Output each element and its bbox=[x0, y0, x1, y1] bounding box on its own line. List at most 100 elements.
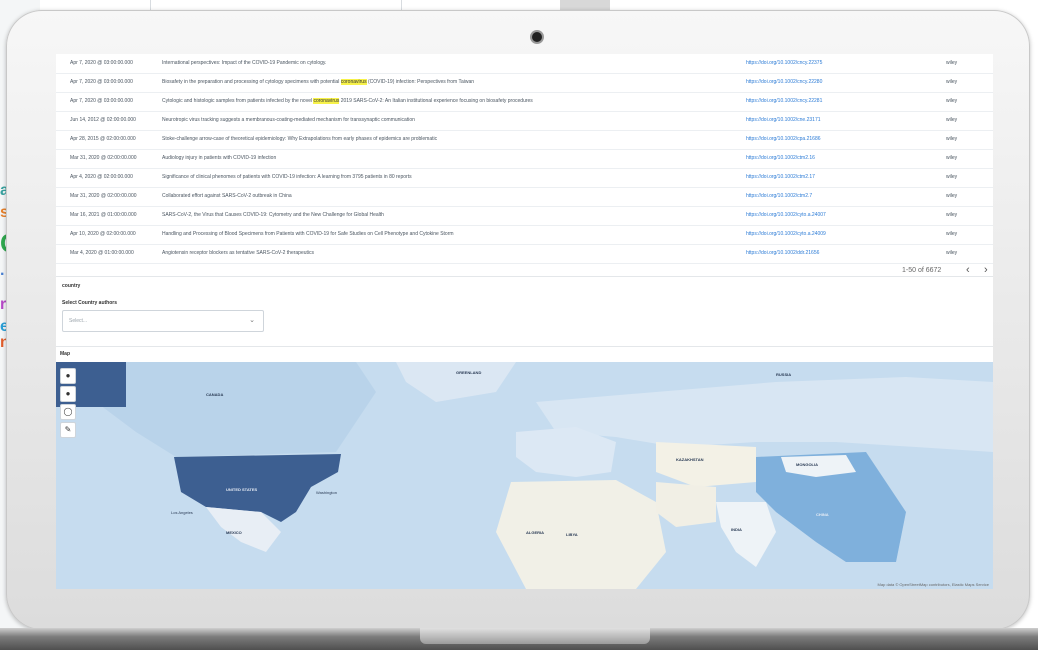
cell-date: Apr 7, 2020 @ 03:00:00.000 bbox=[70, 79, 133, 85]
cell-date: Mar 31, 2020 @ 02:00:00.000 bbox=[70, 193, 137, 199]
cell-title-text: Cytologic and histologic samples from pa… bbox=[162, 98, 314, 104]
map-label-washington: Washington bbox=[316, 490, 337, 495]
bg-fragment: · bbox=[0, 266, 6, 283]
cell-url[interactable]: https://doi.org/10.1002/cncy.22375 bbox=[746, 60, 822, 66]
divider bbox=[56, 276, 993, 277]
cell-url[interactable]: https://doi.org/10.1002/ctm2.17 bbox=[746, 174, 815, 180]
cell-source: wiley bbox=[946, 212, 958, 218]
prev-page-icon[interactable]: ‹ bbox=[966, 264, 970, 276]
country-select-placeholder: Select... bbox=[69, 318, 88, 324]
cell-title-text: Significance of clinical phenomes of pat… bbox=[162, 174, 412, 180]
map-label-usa: UNITED STATES bbox=[226, 487, 258, 492]
cell-title-text: Collaborated effort against SARS-CoV-2 o… bbox=[162, 193, 292, 199]
map-label-india: INDIA bbox=[731, 527, 742, 532]
cell-title-text: Angiotensin receptor blockers as tentati… bbox=[162, 250, 315, 256]
table-row[interactable]: Apr 7, 2020 @ 03:00:00.000 Biosafety in t… bbox=[56, 73, 993, 93]
cell-title-text: Handling and Processing of Blood Specime… bbox=[162, 231, 454, 237]
map-reset-view-button[interactable]: ◯ bbox=[60, 404, 76, 420]
cell-source: wiley bbox=[946, 79, 958, 85]
cell-title: Significance of clinical phenomes of pat… bbox=[162, 174, 722, 180]
cell-date: Apr 28, 2015 @ 02:00:00.000 bbox=[70, 136, 136, 142]
cell-title: Cytologic and histologic samples from pa… bbox=[162, 98, 722, 104]
cell-title: Neurotropic virus tracking suggests a me… bbox=[162, 117, 722, 123]
cell-date: Jun 14, 2012 @ 02:00:00.000 bbox=[70, 117, 136, 123]
chevron-down-icon: ⌄ bbox=[249, 317, 255, 324]
table-row[interactable]: Apr 4, 2020 @ 02:00:00.000 Significance o… bbox=[56, 168, 993, 188]
map-label-greenland: GREENLAND bbox=[456, 370, 482, 375]
cell-url[interactable]: https://doi.org/10.1002/cncy.22281 bbox=[746, 98, 822, 104]
table-row[interactable]: Mar 31, 2020 @ 02:00:00.000 Collaborated … bbox=[56, 187, 993, 207]
table-row[interactable]: Apr 10, 2020 @ 02:00:00.000 Handling and … bbox=[56, 225, 993, 245]
map-label-libya: LIBYA bbox=[566, 532, 578, 537]
cell-title: Handling and Processing of Blood Specime… bbox=[162, 231, 722, 237]
cell-date: Mar 31, 2020 @ 02:00:00.000 bbox=[70, 155, 137, 161]
cell-source: wiley bbox=[946, 250, 958, 256]
cell-title: Collaborated effort against SARS-CoV-2 o… bbox=[162, 193, 722, 199]
search-highlight: coronavirus bbox=[313, 98, 340, 104]
cell-source: wiley bbox=[946, 117, 958, 123]
cell-source: wiley bbox=[946, 98, 958, 104]
map-label-algeria: ALGERIA bbox=[526, 530, 544, 535]
cell-date: Apr 7, 2020 @ 03:00:00.000 bbox=[70, 98, 133, 104]
table-row[interactable]: Apr 28, 2015 @ 02:00:00.000 Stoke-challen… bbox=[56, 130, 993, 150]
table-row[interactable]: Apr 7, 2020 @ 03:00:00.000 International … bbox=[56, 54, 993, 74]
cell-title-text: Biosafety in the preparation and process… bbox=[162, 79, 341, 85]
map-attribution: Map data © OpenStreetMap contributors, E… bbox=[877, 582, 989, 587]
cell-source: wiley bbox=[946, 231, 958, 237]
map-section-label: Map bbox=[60, 351, 70, 357]
table-row[interactable]: Apr 7, 2020 @ 03:00:00.000 Cytologic and … bbox=[56, 92, 993, 112]
cell-date: Apr 10, 2020 @ 02:00:00.000 bbox=[70, 231, 136, 237]
cell-title: Angiotensin receptor blockers as tentati… bbox=[162, 250, 722, 256]
map-zoom-in-button[interactable]: ● bbox=[60, 368, 76, 384]
country-field-label: Select Country authors bbox=[62, 300, 118, 306]
cell-title-text: International perspectives: Impact of th… bbox=[162, 60, 327, 66]
cell-title: SARS-CoV-2, the Virus that Causes COVID-… bbox=[162, 212, 722, 218]
cell-title: Stoke-challenge arrow-case of theoretica… bbox=[162, 136, 722, 142]
cell-url[interactable]: https://doi.org/10.1002/ctm2.7 bbox=[746, 193, 812, 199]
cell-url[interactable]: https://doi.org/10.1002/cyto.a.24009 bbox=[746, 231, 826, 237]
cell-url[interactable]: https://doi.org/10.1002/ctm2.16 bbox=[746, 155, 815, 161]
table-row[interactable]: Jun 14, 2012 @ 02:00:00.000 Neurotropic v… bbox=[56, 111, 993, 131]
cell-source: wiley bbox=[946, 193, 958, 199]
cell-title: Audiology injury in patients with COVID-… bbox=[162, 155, 722, 161]
cell-source: wiley bbox=[946, 60, 958, 66]
cell-title-text: Stoke-challenge arrow-case of theoretica… bbox=[162, 136, 438, 142]
cell-date: Mar 4, 2020 @ 01:00:00.000 bbox=[70, 250, 134, 256]
cell-source: wiley bbox=[946, 155, 958, 161]
table-row[interactable]: Mar 4, 2020 @ 01:00:00.000 Angiotensin re… bbox=[56, 244, 993, 264]
camera-icon bbox=[532, 32, 542, 42]
cell-title-text-after: (COVID-19) infection: Perspectives from … bbox=[366, 79, 475, 85]
laptop-hinge-notch bbox=[420, 628, 650, 644]
next-page-icon[interactable]: › bbox=[984, 264, 988, 276]
cell-title-text: Audiology injury in patients with COVID-… bbox=[162, 155, 277, 161]
cell-title-text: Neurotropic virus tracking suggests a me… bbox=[162, 117, 415, 123]
cell-url[interactable]: https://doi.org/10.1002/cpa.21686 bbox=[746, 136, 821, 142]
cell-title-text: SARS-CoV-2, the Virus that Causes COVID-… bbox=[162, 212, 384, 218]
cell-url[interactable]: https://doi.org/10.1002/cne.23171 bbox=[746, 117, 821, 123]
map-label-mexico: MEXICO bbox=[226, 530, 242, 535]
map-label-canada: CANADA bbox=[206, 392, 224, 397]
table-row[interactable]: Mar 31, 2020 @ 02:00:00.000 Audiology inj… bbox=[56, 149, 993, 169]
pagination-text: 1-50 of 6672 bbox=[902, 267, 942, 274]
cell-url[interactable]: https://doi.org/10.1002/ddr.21656 bbox=[746, 250, 819, 256]
cell-date: Mar 16, 2021 @ 01:00:00.000 bbox=[70, 212, 137, 218]
country-section-label: country bbox=[62, 283, 81, 289]
cell-title: International perspectives: Impact of th… bbox=[162, 60, 722, 66]
table-row[interactable]: Mar 16, 2021 @ 01:00:00.000 SARS-CoV-2, t… bbox=[56, 206, 993, 226]
map-zoom-out-button[interactable]: ● bbox=[60, 386, 76, 402]
cell-url[interactable]: https://doi.org/10.1002/cncy.22280 bbox=[746, 79, 822, 85]
map-draw-tool-icon[interactable]: ✎ bbox=[60, 422, 76, 438]
cell-date: Apr 4, 2020 @ 02:00:00.000 bbox=[70, 174, 133, 180]
cell-url[interactable]: https://doi.org/10.1002/cyto.a.24007 bbox=[746, 212, 826, 218]
map-label-los-angeles: Los Angeles bbox=[171, 510, 193, 515]
search-highlight: coronavirus bbox=[340, 79, 367, 85]
cell-date: Apr 7, 2020 @ 03:00:00.000 bbox=[70, 60, 133, 66]
map-label-russia: RUSSIA bbox=[776, 372, 792, 377]
region-africa bbox=[496, 480, 666, 589]
world-map[interactable]: UNITED STATES CANADA GREENLAND RUSSIA CH… bbox=[56, 362, 993, 589]
background-tab bbox=[560, 0, 610, 10]
cell-source: wiley bbox=[946, 174, 958, 180]
country-select[interactable]: Select... ⌄ bbox=[62, 310, 264, 332]
cell-title: Biosafety in the preparation and process… bbox=[162, 79, 722, 85]
map-label-china: CHINA bbox=[816, 512, 829, 517]
